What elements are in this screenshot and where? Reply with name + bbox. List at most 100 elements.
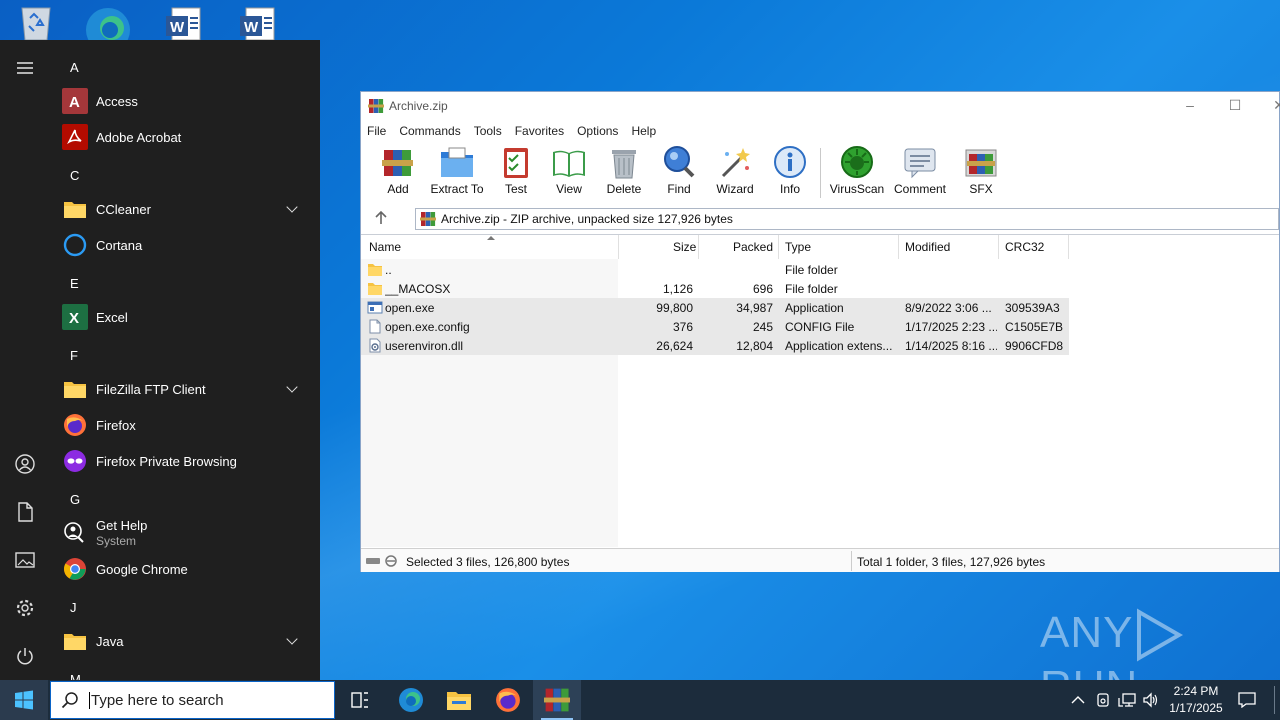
tray-device-button[interactable] [1092, 680, 1114, 720]
toolbar-label: Extract To [430, 182, 484, 196]
task-view-button[interactable] [336, 680, 384, 720]
group-letter-m[interactable]: M [70, 672, 81, 680]
notifications-button[interactable] [1236, 680, 1258, 720]
table-row[interactable]: __MACOSX 1,126 696 File folder [361, 279, 1069, 298]
group-letter-f[interactable]: F [70, 348, 78, 363]
volume-button[interactable] [1140, 680, 1162, 720]
column-divider[interactable] [618, 235, 619, 259]
app-ccleaner-folder[interactable]: CCleaner [62, 191, 312, 227]
menu-options[interactable]: Options [577, 121, 618, 141]
toolbar-wizard-button[interactable]: Wizard [716, 144, 754, 202]
app-access[interactable]: A Access [62, 83, 312, 119]
word-document-icon[interactable]: W [238, 4, 282, 41]
word-document-icon[interactable]: W [164, 4, 208, 41]
documents-icon[interactable] [13, 500, 37, 524]
app-java-folder[interactable]: Java [62, 623, 312, 659]
toolbar-label: Comment [893, 182, 946, 196]
column-divider[interactable] [778, 235, 779, 259]
app-adobe-acrobat[interactable]: Adobe Acrobat [62, 119, 312, 155]
column-header-modified[interactable]: Modified [905, 240, 950, 254]
user-account-icon[interactable] [13, 452, 37, 476]
group-letter-e[interactable]: E [70, 276, 79, 291]
toolbar-find-button[interactable]: Find [663, 144, 695, 202]
edge-desktop-icon[interactable] [86, 4, 130, 52]
recycle-bin-icon[interactable] [16, 4, 60, 41]
maximize-button[interactable]: ☐ [1225, 97, 1245, 115]
minimize-button[interactable]: – [1180, 97, 1200, 115]
group-letter-c[interactable]: C [70, 168, 79, 183]
menu-tools[interactable]: Tools [474, 121, 502, 141]
toolbar-virusscan-button[interactable]: VirusScan [829, 144, 885, 202]
column-divider[interactable] [698, 235, 699, 259]
taskbar-firefox[interactable] [484, 680, 532, 720]
toolbar-test-button[interactable]: Test [501, 144, 531, 202]
toolbar-extract-button[interactable]: Extract To [430, 144, 484, 202]
app-cortana[interactable]: Cortana [62, 227, 312, 263]
extract-folder-icon [441, 147, 473, 177]
group-letter-j[interactable]: J [70, 600, 77, 615]
chevron-down-icon[interactable] [286, 201, 298, 213]
chevron-down-icon[interactable] [286, 381, 298, 393]
menu-favorites[interactable]: Favorites [515, 121, 564, 141]
taskbar-clock[interactable]: 2:24 PM 1/17/2025 [1164, 683, 1228, 717]
cell-type: Application extens... [785, 339, 893, 353]
column-header-crc32[interactable]: CRC32 [1005, 240, 1044, 254]
drive-status-icon [366, 555, 397, 567]
pictures-icon[interactable] [13, 548, 37, 572]
cell-packed: 245 [752, 320, 773, 334]
show-desktop-button[interactable] [1274, 686, 1280, 714]
taskbar-edge[interactable] [387, 680, 435, 720]
settings-gear-icon[interactable] [13, 596, 37, 620]
app-firefox[interactable]: Firefox [62, 407, 312, 443]
zip-archive-icon [420, 212, 436, 226]
taskbar-search-box[interactable]: Type here to search [50, 681, 335, 719]
table-row[interactable]: .. File folder [361, 260, 1069, 279]
column-header-type[interactable]: Type [785, 240, 811, 254]
column-header-size[interactable]: Size [673, 240, 696, 254]
toolbar-info-button[interactable]: Info [773, 144, 807, 202]
table-row[interactable]: open.exe 99,800 34,987 Application 8/9/2… [361, 298, 1069, 317]
menu-help[interactable]: Help [631, 121, 656, 141]
status-total: Total 1 folder, 3 files, 127,926 bytes [857, 555, 1046, 569]
toolbar-comment-button[interactable]: Comment [891, 144, 949, 202]
column-divider[interactable] [1068, 235, 1069, 259]
firefox-private-icon [62, 448, 88, 474]
app-excel[interactable]: X Excel [62, 299, 312, 335]
toolbar-add-button[interactable]: Add [381, 144, 415, 202]
app-google-chrome[interactable]: Google Chrome [62, 551, 312, 587]
column-divider[interactable] [898, 235, 899, 259]
app-get-help[interactable]: Get Help System [62, 515, 312, 551]
table-row[interactable]: userenviron.dll 26,624 12,804 Applicatio… [361, 336, 1069, 355]
toolbar-delete-button[interactable]: Delete [607, 144, 641, 202]
app-firefox-private[interactable]: Firefox Private Browsing [62, 443, 312, 479]
toolbar-view-button[interactable]: View [551, 144, 587, 202]
sfx-archive-icon [965, 149, 997, 177]
cell-name: .. [385, 263, 392, 277]
close-button[interactable]: ✕ [1269, 97, 1280, 115]
taskbar-winrar[interactable] [533, 680, 581, 720]
toolbar-sfx-button[interactable]: SFX [961, 144, 1001, 202]
group-letter-g[interactable]: G [70, 492, 80, 507]
table-row[interactable]: open.exe.config 376 245 CONFIG File 1/17… [361, 317, 1069, 336]
column-header-packed[interactable]: Packed [733, 240, 773, 254]
group-letter-a[interactable]: A [70, 60, 79, 75]
toolbar-label: View [556, 182, 582, 196]
title-bar[interactable]: Archive.zip – ☐ ✕ [361, 92, 1280, 120]
cell-size: 1,126 [662, 282, 693, 296]
start-button[interactable] [0, 680, 48, 720]
app-label: Get Help [96, 518, 148, 533]
column-divider[interactable] [998, 235, 999, 259]
column-header-name[interactable]: Name [369, 240, 401, 254]
chevron-down-icon[interactable] [286, 633, 298, 645]
taskbar-file-explorer[interactable] [435, 680, 483, 720]
up-arrow-icon[interactable] [373, 210, 389, 226]
network-button[interactable] [1116, 680, 1138, 720]
archive-path-field[interactable]: Archive.zip - ZIP archive, unpacked size… [415, 208, 1279, 230]
hamburger-menu-icon[interactable] [13, 56, 37, 80]
app-filezilla-folder[interactable]: FileZilla FTP Client [62, 371, 312, 407]
show-hidden-icons-button[interactable] [1068, 680, 1088, 720]
menu-commands[interactable]: Commands [399, 121, 460, 141]
menu-file[interactable]: File [367, 121, 386, 141]
power-icon[interactable] [13, 644, 37, 668]
network-icon [1118, 693, 1136, 707]
